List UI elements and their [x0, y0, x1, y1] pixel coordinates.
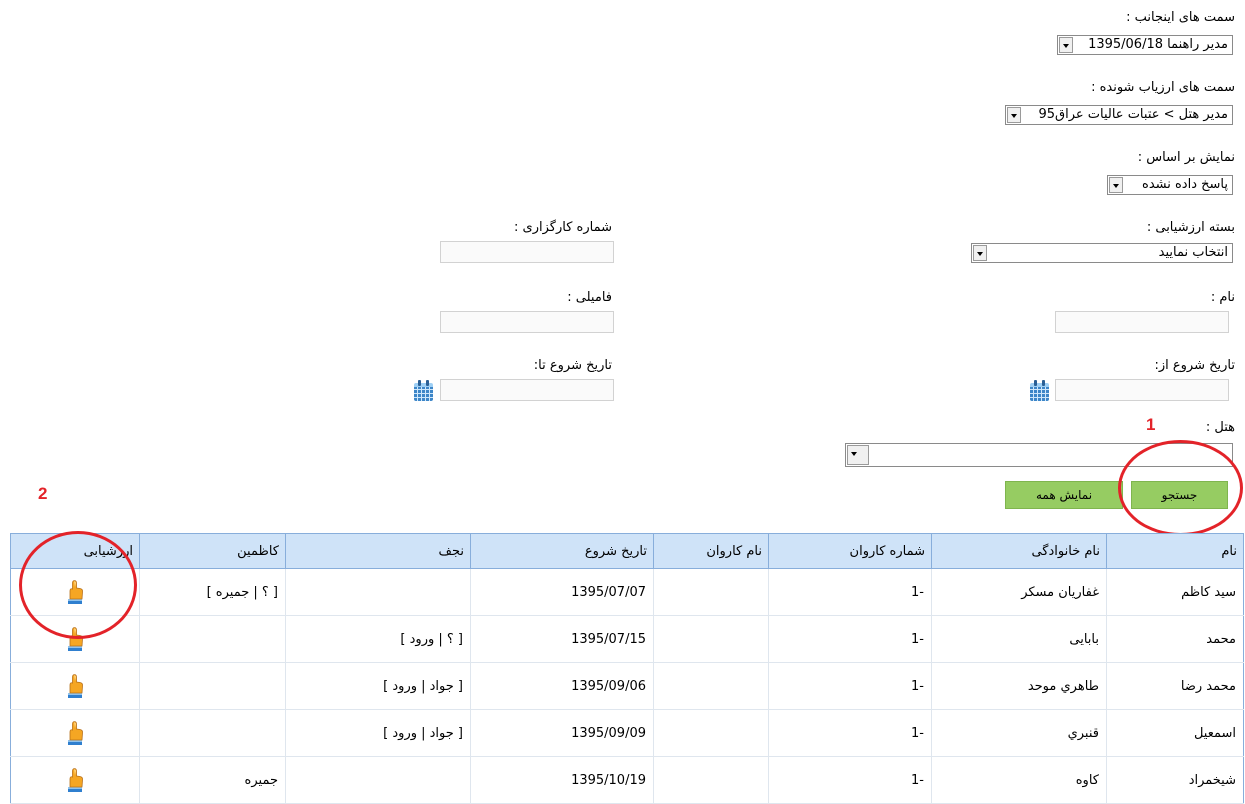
calendar-icon[interactable] [414, 380, 433, 401]
agency-number-label: شماره کارگزاری : [514, 220, 612, 235]
calendar-icon[interactable] [1030, 380, 1049, 401]
evaluated-positions-value: مدیر هتل > عتبات عالیات عراق95 [1038, 107, 1228, 122]
cell-najaf [285, 568, 471, 616]
cell-caravan-name [653, 709, 769, 757]
evaluation-package-select[interactable]: انتخاب نمایید [971, 243, 1233, 263]
table-row: اسمعیل قنبري 1- 1395/09/09[ جواد | ورود ] [10, 709, 1244, 757]
cell-caravan-name [653, 615, 769, 663]
hand-pointer-icon[interactable] [63, 673, 87, 699]
cell-name: سید کاظم [1106, 568, 1244, 616]
chevron-down-icon[interactable] [1007, 107, 1021, 123]
chevron-down-icon[interactable] [1059, 37, 1073, 53]
display-by-label: نمایش بر اساس : [1137, 150, 1235, 165]
cell-kazimain [139, 615, 286, 663]
my-positions-value: مدیر راهنما 1395/06/18 [1088, 37, 1228, 52]
start-date-to-label: تاریخ شروع تا: [533, 358, 612, 373]
last-name-label: فامیلی : [567, 290, 612, 305]
cell-start-date: 1395/10/19 [470, 756, 654, 804]
evaluation-package-label: بسته ارزشیابی : [1146, 220, 1235, 235]
cell-evaluation [10, 662, 140, 710]
cell-kazimain [139, 709, 286, 757]
cell-start-date: 1395/07/07 [470, 568, 654, 616]
my-positions-label: سمت های اینجانب : [1126, 10, 1235, 25]
evaluated-positions-select[interactable]: مدیر هتل > عتبات عالیات عراق95 [1005, 105, 1233, 125]
col-header-caravan-number[interactable]: شماره کاروان [768, 533, 932, 569]
cell-family: طاهري موحد [931, 662, 1107, 710]
cell-family: قنبري [931, 709, 1107, 757]
chevron-down-icon[interactable] [1109, 177, 1123, 193]
my-positions-select[interactable]: مدیر راهنما 1395/06/18 [1057, 35, 1233, 55]
first-name-label: نام : [1210, 290, 1235, 305]
hand-pointer-icon[interactable] [63, 767, 87, 793]
cell-caravan-number: 1- [768, 709, 932, 757]
results-table: نام نام خانوادگی شماره کاروان نام کاروان… [10, 533, 1244, 804]
cell-kazimain: جمیره [139, 756, 286, 804]
cell-caravan-name [653, 756, 769, 804]
cell-caravan-number: 1- [768, 756, 932, 804]
evaluation-package-value: انتخاب نمایید [1158, 245, 1228, 260]
col-header-najaf[interactable]: نجف [285, 533, 471, 569]
cell-family: غفاریان مسکر [931, 568, 1107, 616]
display-by-value: پاسخ داده نشده [1142, 177, 1228, 192]
start-date-to-input[interactable] [440, 379, 614, 401]
evaluated-positions-label: سمت های ارزیاب شونده : [1091, 80, 1235, 95]
cell-start-date: 1395/09/09 [470, 709, 654, 757]
cell-najaf: [ جواد | ورود ] [285, 662, 471, 710]
annotation-circle-1 [1118, 440, 1243, 536]
hotel-label: هتل : [1205, 420, 1235, 435]
annotation-number-2: 2 [38, 484, 48, 503]
cell-name: شیخمراد [1106, 756, 1244, 804]
col-header-name[interactable]: نام [1106, 533, 1244, 569]
cell-family: کاوه [931, 756, 1107, 804]
cell-najaf: [ ؟ | ورود ] [285, 615, 471, 663]
start-date-from-input[interactable] [1055, 379, 1229, 401]
table-row: شیخمراد کاوه 1- 1395/10/19 جمیره [10, 756, 1244, 804]
cell-najaf: [ جواد | ورود ] [285, 709, 471, 757]
col-header-family[interactable]: نام خانوادگی [931, 533, 1107, 569]
chevron-down-icon[interactable] [973, 245, 987, 261]
cell-caravan-number: 1- [768, 662, 932, 710]
chevron-down-icon[interactable] [847, 445, 869, 465]
cell-family: بابایی [931, 615, 1107, 663]
cell-najaf [285, 756, 471, 804]
agency-number-input[interactable] [440, 241, 614, 263]
table-row: محمد بابایی 1- 1395/07/15[ ؟ | ورود ] [10, 615, 1244, 663]
last-name-input[interactable] [440, 311, 614, 333]
cell-name: اسمعیل [1106, 709, 1244, 757]
table-row: سید کاظم غفاریان مسکر 1- 1395/07/07 [ ؟ | جم… [10, 568, 1244, 616]
cell-start-date: 1395/07/15 [470, 615, 654, 663]
cell-caravan-number: 1- [768, 615, 932, 663]
cell-kazimain [139, 662, 286, 710]
first-name-input[interactable] [1055, 311, 1229, 333]
cell-caravan-name [653, 568, 769, 616]
cell-start-date: 1395/09/06 [470, 662, 654, 710]
cell-evaluation [10, 709, 140, 757]
cell-kazimain: [ ؟ | جمیره ] [139, 568, 286, 616]
col-header-start-date[interactable]: تاریخ شروع [470, 533, 654, 569]
display-by-select[interactable]: پاسخ داده نشده [1107, 175, 1233, 195]
show-all-button[interactable]: نمایش همه [1005, 481, 1123, 509]
cell-name: محمد [1106, 615, 1244, 663]
annotation-number-1: 1 [1146, 415, 1156, 434]
hand-pointer-icon[interactable] [63, 720, 87, 746]
annotation-circle-2 [19, 531, 137, 639]
cell-name: محمد رضا [1106, 662, 1244, 710]
table-row: محمد رضا طاهري موحد 1- 1395/09/06[ جواد | و… [10, 662, 1244, 710]
table-header-row: نام نام خانوادگی شماره کاروان نام کاروان… [10, 533, 1244, 569]
cell-caravan-number: 1- [768, 568, 932, 616]
col-header-caravan-name[interactable]: نام کاروان [653, 533, 769, 569]
cell-caravan-name [653, 662, 769, 710]
cell-evaluation [10, 756, 140, 804]
start-date-from-label: تاریخ شروع از: [1154, 358, 1235, 373]
col-header-kazimain[interactable]: کاظمین [139, 533, 286, 569]
